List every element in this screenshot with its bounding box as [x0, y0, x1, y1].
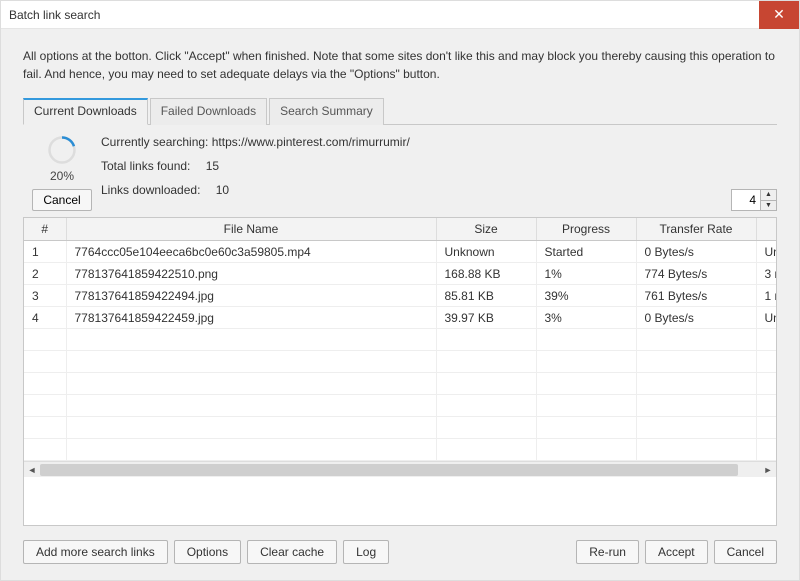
- scroll-left-icon[interactable]: ◄: [24, 463, 40, 477]
- progress-gauge: [47, 135, 77, 165]
- cell-num: 4: [24, 307, 66, 329]
- cell-eta: 3 min: [756, 263, 777, 285]
- cell-rate: 0 Bytes/s: [636, 307, 756, 329]
- close-button[interactable]: ✕: [759, 1, 799, 29]
- searching-label: Currently searching:: [101, 135, 208, 149]
- table-header-row: # File Name Size Progress Transfer Rate: [24, 218, 777, 241]
- cell-num: 1: [24, 241, 66, 263]
- col-header-progress[interactable]: Progress: [536, 218, 636, 241]
- spinner-up[interactable]: ▲: [761, 190, 776, 201]
- searching-url: https://www.pinterest.com/rimurrumir/: [212, 135, 410, 149]
- titlebar: Batch link search ✕: [1, 1, 799, 29]
- accept-button[interactable]: Accept: [645, 540, 708, 564]
- content-area: All options at the botton. Click "Accept…: [1, 29, 799, 580]
- table-row[interactable]: 4778137641859422459.jpg39.97 KB3%0 Bytes…: [24, 307, 777, 329]
- downloads-table-wrap: # File Name Size Progress Transfer Rate …: [23, 217, 777, 526]
- tab-current-downloads[interactable]: Current Downloads: [23, 98, 148, 125]
- log-button[interactable]: Log: [343, 540, 389, 564]
- cell-file: 7764ccc05e104eeca6bc0e60c3a59805.mp4: [66, 241, 436, 263]
- cell-size: 39.97 KB: [436, 307, 536, 329]
- table-row[interactable]: 2778137641859422510.png168.88 KB1%774 By…: [24, 263, 777, 285]
- col-header-num[interactable]: #: [24, 218, 66, 241]
- cell-size: 168.88 KB: [436, 263, 536, 285]
- scroll-right-icon[interactable]: ►: [760, 463, 776, 477]
- thread-spinner-box: ▲ ▼: [23, 189, 777, 211]
- dialog-window: Batch link search ✕ All options at the b…: [0, 0, 800, 581]
- window-title: Batch link search: [9, 8, 759, 22]
- cell-num: 3: [24, 285, 66, 307]
- cell-progress: 1%: [536, 263, 636, 285]
- cancel-button[interactable]: Cancel: [714, 540, 777, 564]
- intro-text: All options at the botton. Click "Accept…: [23, 47, 777, 83]
- cell-progress: 39%: [536, 285, 636, 307]
- cell-file: 778137641859422510.png: [66, 263, 436, 285]
- cell-rate: 0 Bytes/s: [636, 241, 756, 263]
- table-row[interactable]: 17764ccc05e104eeca6bc0e60c3a59805.mp4Unk…: [24, 241, 777, 263]
- tabs: Current Downloads Failed Downloads Searc…: [23, 97, 777, 125]
- total-links-value: 15: [206, 159, 219, 173]
- tab-search-summary[interactable]: Search Summary: [269, 98, 384, 125]
- cell-progress: Started: [536, 241, 636, 263]
- thread-count-input[interactable]: [732, 190, 760, 210]
- col-header-size[interactable]: Size: [436, 218, 536, 241]
- cell-eta: Unknown: [756, 307, 777, 329]
- cell-file: 778137641859422459.jpg: [66, 307, 436, 329]
- cell-file: 778137641859422494.jpg: [66, 285, 436, 307]
- table-row-empty: [24, 351, 777, 373]
- cell-eta: Unknown: [756, 241, 777, 263]
- table-row-empty: [24, 417, 777, 439]
- table-row-empty: [24, 373, 777, 395]
- progress-percent: 20%: [50, 169, 74, 183]
- footer-buttons: Add more search links Options Clear cach…: [23, 540, 777, 564]
- close-icon: ✕: [773, 6, 785, 23]
- cell-size: 85.81 KB: [436, 285, 536, 307]
- downloads-table: # File Name Size Progress Transfer Rate …: [24, 218, 777, 461]
- thread-spinner[interactable]: ▲ ▼: [731, 189, 777, 211]
- table-row-empty: [24, 395, 777, 417]
- rerun-button[interactable]: Re-run: [576, 540, 639, 564]
- clear-cache-button[interactable]: Clear cache: [247, 540, 337, 564]
- col-header-file[interactable]: File Name: [66, 218, 436, 241]
- table-row-empty: [24, 439, 777, 461]
- cell-rate: 774 Bytes/s: [636, 263, 756, 285]
- table-row-empty: [24, 329, 777, 351]
- cell-num: 2: [24, 263, 66, 285]
- col-header-eta[interactable]: [756, 218, 777, 241]
- table-row[interactable]: 3778137641859422494.jpg85.81 KB39%761 By…: [24, 285, 777, 307]
- scroll-thumb[interactable]: [40, 464, 738, 476]
- tab-failed-downloads[interactable]: Failed Downloads: [150, 98, 267, 125]
- add-more-links-button[interactable]: Add more search links: [23, 540, 168, 564]
- cell-size: Unknown: [436, 241, 536, 263]
- spinner-down[interactable]: ▼: [761, 201, 776, 211]
- cell-rate: 761 Bytes/s: [636, 285, 756, 307]
- options-button[interactable]: Options: [174, 540, 241, 564]
- col-header-rate[interactable]: Transfer Rate: [636, 218, 756, 241]
- cell-progress: 3%: [536, 307, 636, 329]
- total-links-line: Total links found: 15: [101, 159, 777, 173]
- scroll-track[interactable]: [40, 463, 760, 477]
- searching-line: Currently searching: https://www.pintere…: [101, 135, 777, 149]
- horizontal-scrollbar[interactable]: ◄ ►: [24, 461, 776, 477]
- total-links-label: Total links found:: [101, 159, 190, 173]
- cell-eta: 1 min: [756, 285, 777, 307]
